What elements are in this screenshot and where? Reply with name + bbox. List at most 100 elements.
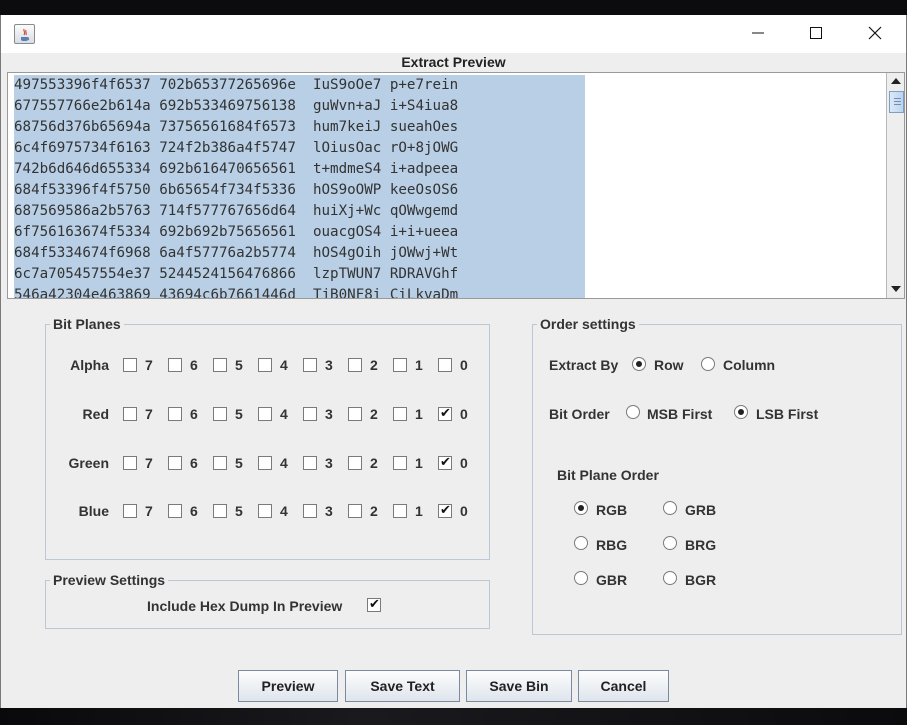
preview-line: 742b6d646d655334 692b616470656561 t+mdme… [14,159,585,181]
bit-checkbox-red-0[interactable]: ✔ [438,405,452,421]
plane-order-bgr-label[interactable]: BGR [685,572,716,588]
preview-line: 677557766e2b614a 692b533469756138 guWvn+… [14,96,585,118]
close-button[interactable] [846,15,904,51]
lsb-first-radio[interactable] [734,405,748,419]
bit-label: 5 [235,455,243,471]
hex-dump-checkbox[interactable]: ✔ [367,596,381,612]
bit-checkbox-red-1[interactable] [393,407,407,421]
extract-row-label[interactable]: Row [654,357,684,373]
preview-button[interactable]: Preview [238,670,338,702]
plane-order-bgr-radio[interactable] [663,571,677,585]
bit-checkbox-alpha-0[interactable] [438,358,452,372]
bit-plane-row-label: Alpha [70,357,109,373]
hex-dump-label: Include Hex Dump In Preview [147,598,343,614]
maximize-button[interactable] [787,15,845,51]
bit-checkbox-green-6[interactable] [168,456,182,470]
bit-label: 7 [145,455,153,471]
bit-checkbox-green-4[interactable] [258,456,272,470]
bit-label: 0 [460,406,468,422]
msb-first-label[interactable]: MSB First [647,406,712,422]
bit-label: 1 [415,357,423,373]
bit-checkbox-blue-1[interactable] [393,504,407,518]
bit-checkbox-alpha-3[interactable] [303,358,317,372]
arrow-up-icon [891,78,901,84]
bit-plane-order-label: Bit Plane Order [557,467,659,483]
bit-plane-row-label: Blue [78,503,109,519]
save-text-button[interactable]: Save Text [345,670,460,702]
msb-first-radio[interactable] [626,405,640,419]
plane-order-rgb-radio[interactable] [574,501,588,515]
bit-checkbox-alpha-2[interactable] [348,358,362,372]
plane-order-gbr-radio[interactable] [574,571,588,585]
bit-checkbox-alpha-1[interactable] [393,358,407,372]
bit-plane-row-label: Red [82,406,109,422]
bit-checkbox-alpha-5[interactable] [213,358,227,372]
bit-label: 0 [460,357,468,373]
plane-order-grb-label[interactable]: GRB [685,502,716,518]
minimize-icon [752,32,764,34]
preview-text-area[interactable]: 497553396f4f6537 702b65377265696e IuS9oO… [7,72,905,299]
bit-checkbox-red-4[interactable] [258,407,272,421]
title-bar [1,15,906,53]
preview-content[interactable]: 497553396f4f6537 702b65377265696e IuS9oO… [14,75,585,298]
cancel-button[interactable]: Cancel [578,670,669,702]
lsb-first-label[interactable]: LSB First [756,406,818,422]
preview-scrollbar[interactable] [886,73,904,298]
preview-title: Extract Preview [401,54,506,70]
bit-checkbox-green-5[interactable] [213,456,227,470]
bit-label: 1 [415,503,423,519]
desktop-background [0,708,907,725]
bit-checkbox-red-2[interactable] [348,407,362,421]
plane-order-grb-radio[interactable] [663,501,677,515]
bit-checkbox-blue-5[interactable] [213,504,227,518]
checkmark-icon: ✔ [440,454,451,469]
bit-label: 4 [280,406,288,422]
bit-checkbox-alpha-6[interactable] [168,358,182,372]
save-bin-button[interactable]: Save Bin [466,670,572,702]
bit-label: 7 [145,503,153,519]
plane-order-rgb-label[interactable]: RGB [596,502,627,518]
bit-checkbox-green-2[interactable] [348,456,362,470]
extract-column-label[interactable]: Column [723,357,775,373]
bit-checkbox-green-0[interactable]: ✔ [438,454,452,470]
extract-row-radio[interactable] [632,357,646,371]
bit-checkbox-blue-7[interactable] [123,504,137,518]
preview-line: 6f756163674f5334 692b692b75656561 ouacgO… [14,222,585,244]
bit-checkbox-alpha-4[interactable] [258,358,272,372]
bit-checkbox-red-5[interactable] [213,407,227,421]
scroll-down-button[interactable] [887,281,904,298]
bit-checkbox-green-7[interactable] [123,456,137,470]
bit-label: 4 [280,503,288,519]
plane-order-brg-radio[interactable] [663,536,677,550]
bit-checkbox-blue-4[interactable] [258,504,272,518]
bit-label: 4 [280,455,288,471]
bit-label: 7 [145,357,153,373]
bit-label: 5 [235,406,243,422]
java-app-icon [14,24,35,44]
plane-order-gbr-label[interactable]: GBR [596,572,627,588]
bit-checkbox-red-7[interactable] [123,407,137,421]
plane-order-rbg-label[interactable]: RBG [596,537,627,553]
preview-line: 6c4f6975734f6163 724f2b386a4f5747 lOiusO… [14,138,585,160]
plane-order-rbg-radio[interactable] [574,536,588,550]
bit-checkbox-blue-6[interactable] [168,504,182,518]
bit-checkbox-blue-0[interactable]: ✔ [438,502,452,518]
bit-checkbox-red-3[interactable] [303,407,317,421]
bit-checkbox-green-3[interactable] [303,456,317,470]
bit-checkbox-red-6[interactable] [168,407,182,421]
scroll-thumb[interactable] [889,91,904,113]
preview-line: 684f5334674f6968 6a4f57776a2b5774 hOS4gO… [14,243,585,265]
bit-checkbox-blue-3[interactable] [303,504,317,518]
bit-label: 3 [325,406,333,422]
bit-checkbox-green-1[interactable] [393,456,407,470]
extract-column-radio[interactable] [701,357,715,371]
minimize-button[interactable] [729,15,787,51]
bit-checkbox-alpha-7[interactable] [123,358,137,372]
bit-plane-row-label: Green [68,455,109,471]
scroll-up-button[interactable] [887,73,904,90]
plane-order-brg-label[interactable]: BRG [685,537,716,553]
preview-line: 684f53396f4f5750 6b65654f734f5336 hOS9oO… [14,180,585,202]
close-icon [868,26,882,40]
extract-dialog: Extract Preview 497553396f4f6537 702b653… [0,15,907,708]
bit-checkbox-blue-2[interactable] [348,504,362,518]
